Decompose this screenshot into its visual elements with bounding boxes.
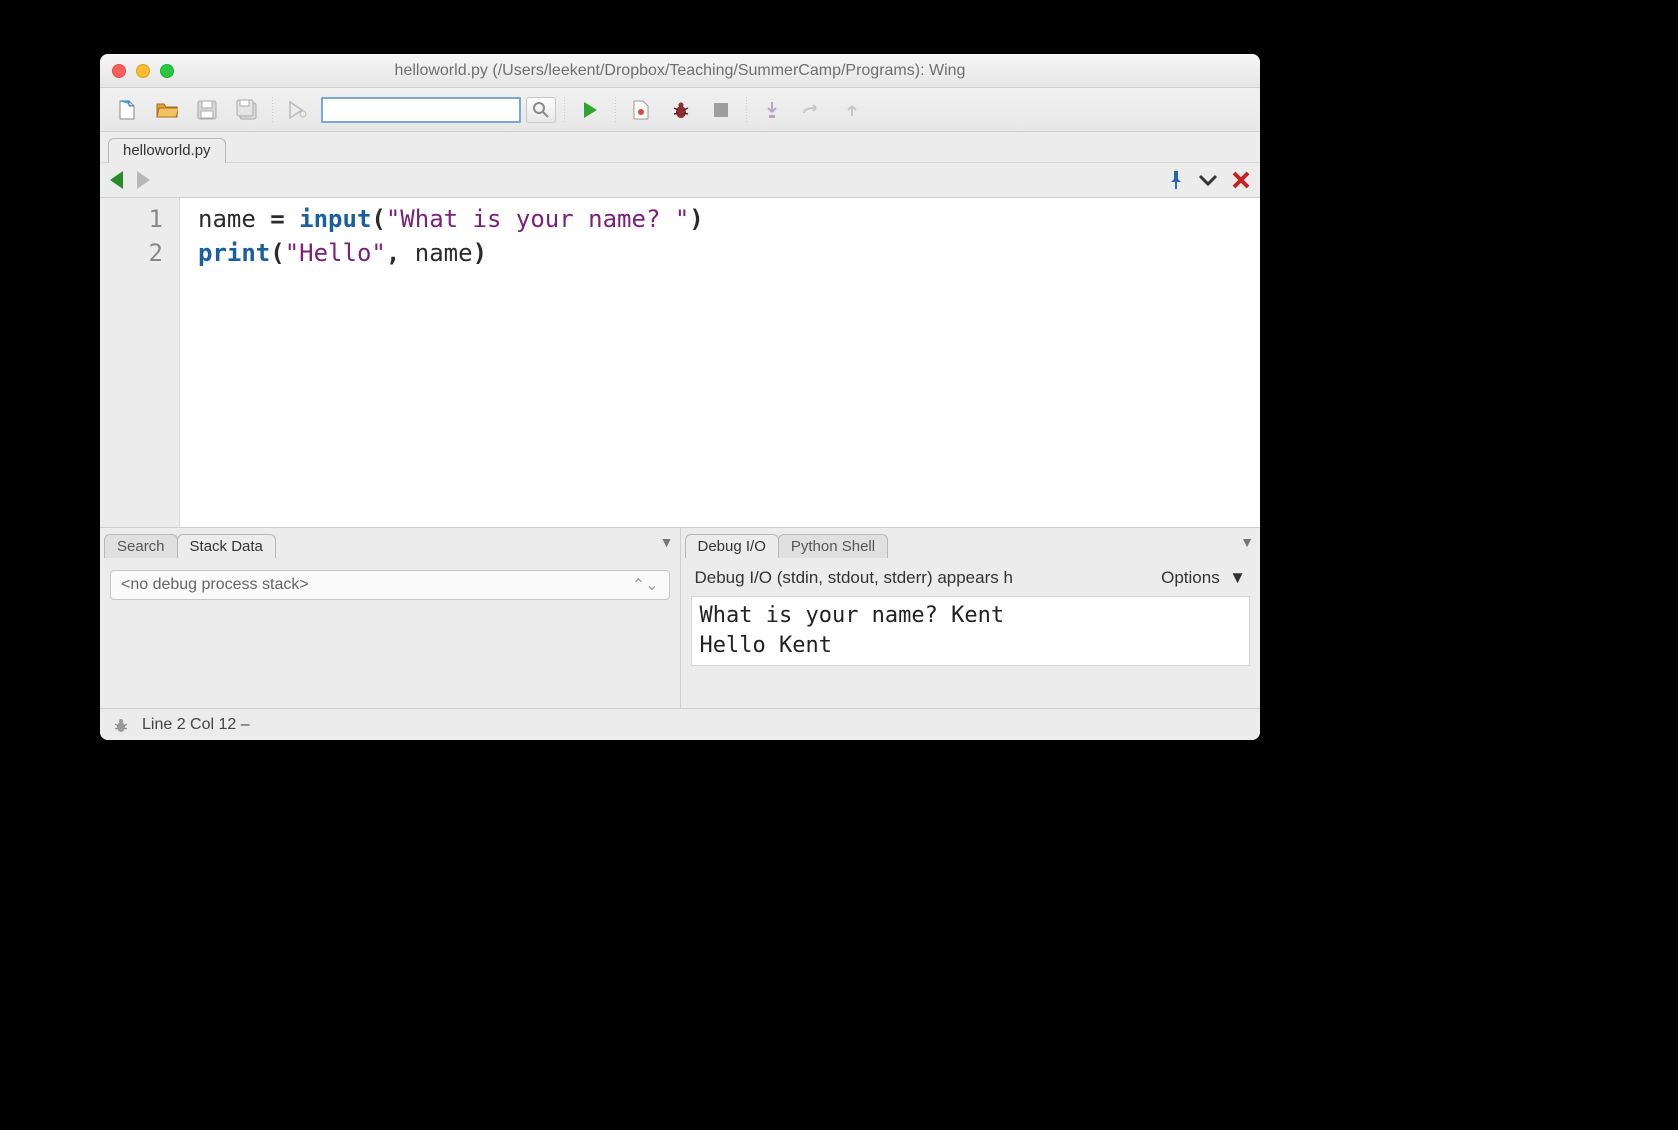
window-title: helloworld.py (/Users/leekent/Dropbox/Te… <box>100 62 1260 80</box>
stack-frame-select[interactable]: <no debug process stack> ⌃⌄ <box>110 570 670 600</box>
bottom-panels: Search Stack Data ▼ <no debug process st… <box>100 528 1260 708</box>
token-op: ) <box>473 239 487 267</box>
code-line[interactable]: print("Hello", name) <box>198 236 704 270</box>
close-window-button[interactable] <box>112 64 126 78</box>
search-button[interactable] <box>526 97 556 123</box>
minimize-window-button[interactable] <box>136 64 150 78</box>
debug-io-description: Debug I/O (stdin, stdout, stderr) appear… <box>695 568 1013 588</box>
token-op: ) <box>689 205 703 233</box>
token-op: ( <box>270 239 284 267</box>
toolbar-search-input[interactable] <box>327 101 515 119</box>
save-button[interactable] <box>190 95 224 125</box>
code-area[interactable]: name = input("What is your name? ")print… <box>180 198 704 527</box>
tab-python-shell[interactable]: Python Shell <box>778 534 888 558</box>
right-panel-menu-icon[interactable]: ▼ <box>1240 534 1254 550</box>
left-panel: Search Stack Data ▼ <no debug process st… <box>100 528 681 708</box>
bug-icon[interactable] <box>112 716 130 734</box>
new-file-button[interactable] <box>110 95 144 125</box>
token-op: ( <box>371 205 385 233</box>
code-editor[interactable]: 12 name = input("What is your name? ")pr… <box>100 198 1260 528</box>
toolbar-separator <box>272 97 273 123</box>
left-panel-tabs: Search Stack Data ▼ <box>100 528 680 558</box>
pin-icon[interactable] <box>1168 170 1184 190</box>
dropdown-icon[interactable] <box>1198 174 1218 186</box>
step-out-button[interactable] <box>835 95 869 125</box>
status-bar: Line 2 Col 12 – <box>100 708 1260 740</box>
token-str: "Hello" <box>285 239 386 267</box>
updown-icon: ⌃⌄ <box>632 575 659 595</box>
line-gutter: 12 <box>100 198 180 527</box>
toolbar-search[interactable] <box>321 97 521 123</box>
token-op: , <box>386 239 400 267</box>
left-panel-menu-icon[interactable]: ▼ <box>660 534 674 550</box>
save-all-button[interactable] <box>230 95 264 125</box>
toolbar-separator <box>564 97 565 123</box>
token-kw-fn: print <box>198 239 270 267</box>
close-editor-icon[interactable] <box>1232 171 1250 189</box>
code-line[interactable]: name = input("What is your name? ") <box>198 202 704 236</box>
token-str: "What is your name? " <box>386 205 689 233</box>
nav-back-button[interactable] <box>110 171 123 189</box>
titlebar: helloworld.py (/Users/leekent/Dropbox/Te… <box>100 54 1260 88</box>
debug-file-button[interactable] <box>624 95 658 125</box>
line-number: 1 <box>100 202 163 236</box>
goto-definition-button[interactable] <box>281 95 315 125</box>
token-ident: name <box>198 205 270 233</box>
ide-window: helloworld.py (/Users/leekent/Dropbox/Te… <box>100 54 1260 740</box>
step-into-button[interactable] <box>755 95 789 125</box>
toolbar-separator <box>746 97 747 123</box>
stop-button[interactable] <box>704 95 738 125</box>
tab-debug-io[interactable]: Debug I/O <box>685 534 779 558</box>
token-ident: name <box>400 239 472 267</box>
token-ident <box>285 205 299 233</box>
nav-forward-button[interactable] <box>137 171 150 189</box>
options-button[interactable]: Options ▼ <box>1161 568 1246 588</box>
right-panel: Debug I/O Python Shell ▼ Debug I/O (stdi… <box>681 528 1261 708</box>
tab-stack-data[interactable]: Stack Data <box>177 534 276 558</box>
main-toolbar <box>100 88 1260 132</box>
file-tab-bar: helloworld.py <box>100 132 1260 162</box>
debug-button[interactable] <box>664 95 698 125</box>
token-op: = <box>270 205 284 233</box>
debug-io-output[interactable]: What is your name? Kent Hello Kent <box>691 596 1251 666</box>
open-file-button[interactable] <box>150 95 184 125</box>
run-button[interactable] <box>573 95 607 125</box>
step-over-button[interactable] <box>795 95 829 125</box>
cursor-position: Line 2 Col 12 – <box>142 716 250 734</box>
line-number: 2 <box>100 236 163 270</box>
token-kw-fn: input <box>299 205 371 233</box>
editor-nav-row <box>100 162 1260 198</box>
zoom-window-button[interactable] <box>160 64 174 78</box>
tab-search[interactable]: Search <box>104 534 178 558</box>
toolbar-separator <box>615 97 616 123</box>
file-tab[interactable]: helloworld.py <box>108 138 226 163</box>
stack-frame-text: <no debug process stack> <box>121 576 309 594</box>
right-panel-tabs: Debug I/O Python Shell ▼ <box>681 528 1261 558</box>
